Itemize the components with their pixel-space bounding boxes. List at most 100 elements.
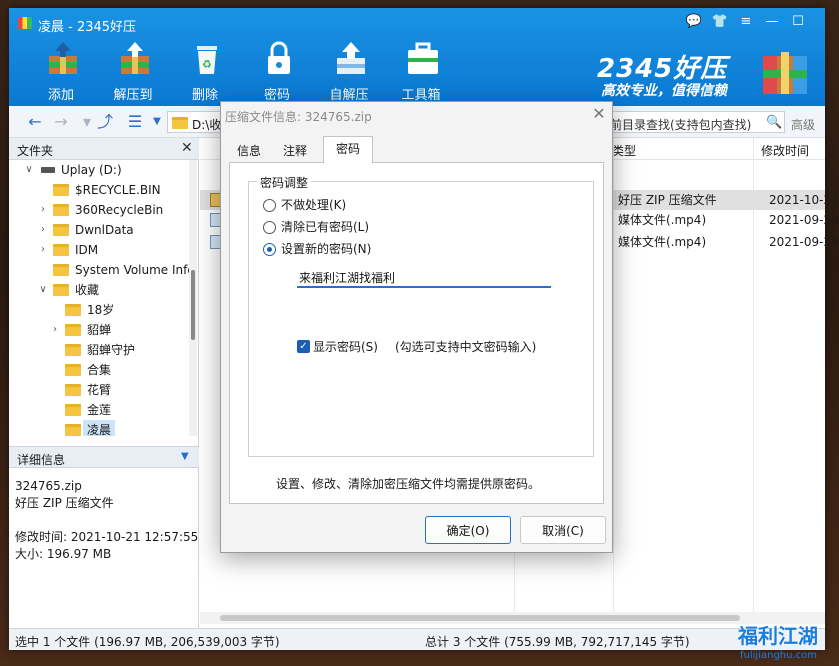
tree-item[interactable]: 18岁	[49, 300, 189, 320]
svg-text:♻: ♻	[202, 58, 212, 71]
path-folder-icon	[156, 113, 188, 133]
add-archive-icon	[49, 42, 77, 74]
close-icon[interactable]: ✕	[181, 140, 193, 156]
tree-item-label: 收藏	[75, 283, 100, 297]
chevron-down-icon[interactable]: ∨	[23, 160, 35, 180]
scrollbar-thumb[interactable]	[220, 615, 740, 621]
chevron-down-icon[interactable]: ∨	[37, 280, 49, 300]
menu-icon[interactable]: ≡	[736, 12, 756, 32]
details-panel: 324765.zip 好压 ZIP 压缩文件 修改时间: 2021-10-21 …	[15, 478, 199, 563]
cancel-button[interactable]: 取消(C)	[520, 516, 606, 544]
status-total: 总计 3 个文件 (755.99 MB, 792,717,145 字节)	[425, 635, 690, 649]
tab-password[interactable]: 密码	[323, 136, 373, 163]
tree-item[interactable]: 合集	[49, 360, 189, 380]
toolbar-password-button[interactable]: 密码	[245, 38, 309, 106]
toolbar-add-button[interactable]: 添加	[29, 38, 93, 106]
view-list-icon[interactable]: ☰	[125, 113, 145, 131]
password-panel: 密码调整 不做处理(K) 清除已有密码(L) 设置新的密码(N) ✓ 显示密码(…	[229, 162, 604, 504]
chevron-down-icon[interactable]: ▾	[77, 113, 97, 131]
feedback-icon[interactable]: 💬	[684, 12, 704, 32]
folder-panel-title: 文件夹	[17, 144, 54, 158]
search-input[interactable]: 前目录查找(支持包内查找) 🔍	[605, 111, 785, 133]
toolbar-extract-button[interactable]: 解压到	[101, 38, 165, 106]
skin-icon[interactable]: 👕	[710, 12, 730, 32]
folder-icon	[65, 364, 81, 376]
brand-logo-icon	[763, 52, 807, 94]
tree-item-drive[interactable]: ∨ Uplay (D:)	[23, 160, 189, 180]
tree-item-label: 貂蝉守护	[87, 343, 136, 357]
checkbox-label: 显示密码(S)	[313, 340, 378, 354]
chevron-right-icon[interactable]: ›	[37, 200, 49, 220]
column-modified[interactable]: 修改时间	[761, 142, 809, 159]
tab-comment[interactable]: 注释	[275, 138, 315, 162]
folder-icon	[53, 184, 69, 196]
tree-item[interactable]: › IDM	[37, 240, 189, 260]
tree-item[interactable]: › 360RecycleBin	[37, 200, 189, 220]
watermark-url: fulijianghu.com	[740, 650, 817, 661]
radio-dot-checked[interactable]	[263, 243, 276, 256]
folder-icon	[53, 284, 69, 296]
column-type[interactable]: 类型	[612, 142, 636, 159]
toolbox-icon	[408, 42, 438, 74]
row-type: 媒体文件(.mp4)	[618, 235, 707, 249]
chevron-right-icon[interactable]: ›	[37, 240, 49, 260]
folder-icon	[65, 304, 81, 316]
folder-icon	[65, 424, 81, 436]
checkmark-icon[interactable]: ✓	[297, 340, 310, 353]
details-size: 大小: 196.97 MB	[15, 547, 112, 561]
tree-scrollbar[interactable]	[189, 160, 197, 436]
group-title: 密码调整	[257, 174, 312, 191]
minimize-button[interactable]: —	[762, 12, 782, 32]
watermark-title: 福利江湖	[738, 624, 818, 648]
toolbar-toolbox-button[interactable]: 工具箱	[389, 38, 453, 106]
search-icon[interactable]: 🔍	[766, 115, 782, 130]
toolbar-delete-button[interactable]: ♻ 删除	[173, 38, 237, 106]
tree-item[interactable]: 金莲	[49, 400, 189, 420]
recycle-bin-icon: ♻	[197, 46, 217, 74]
details-modified: 修改时间: 2021-10-21 12:57:55	[15, 530, 199, 544]
tab-info[interactable]: 信息	[229, 138, 269, 162]
ok-button[interactable]: 确定(O)	[425, 516, 511, 544]
tree-item[interactable]: › DwnlData	[37, 220, 189, 240]
tree-item[interactable]: $RECYCLE.BIN	[37, 180, 189, 200]
radio-label: 清除已有密码(L)	[281, 220, 370, 234]
tree-item[interactable]: System Volume Info	[37, 260, 189, 280]
close-icon[interactable]: ✕	[589, 104, 609, 124]
self-extract-icon	[337, 42, 365, 74]
up-folder-icon[interactable]: ⤴	[95, 113, 115, 131]
chevron-right-icon[interactable]: ›	[37, 220, 49, 240]
folder-panel-header: 文件夹 ✕	[9, 138, 199, 160]
chevron-down-icon[interactable]: ▼	[181, 451, 189, 462]
path-input[interactable]: D:\收	[167, 111, 227, 133]
horizontal-scrollbar[interactable]	[200, 612, 825, 624]
tree-item-label: 凌晨	[83, 420, 116, 436]
folder-icon	[53, 244, 69, 256]
toolbar-add-label: 添加	[47, 88, 74, 103]
tree-item[interactable]: 貂蝉守护	[49, 340, 189, 360]
advanced-search-link[interactable]: 高级	[791, 116, 815, 133]
tree-item[interactable]: 花臂	[49, 380, 189, 400]
tree-item-label: 花臂	[87, 383, 112, 397]
row-type: 媒体文件(.mp4)	[618, 213, 707, 227]
folder-icon	[65, 324, 81, 336]
folder-tree: ∨ Uplay (D:) $RECYCLE.BIN › 360RecycleBi…	[9, 160, 189, 436]
tree-item[interactable]: › 貂蝉	[49, 320, 189, 340]
folder-icon	[53, 224, 69, 236]
folder-icon	[65, 344, 81, 356]
tree-item[interactable]: ∨ 收藏	[37, 280, 189, 300]
details-panel-title: 详细信息	[17, 453, 66, 467]
password-input[interactable]	[297, 268, 551, 288]
folder-icon	[65, 384, 81, 396]
maximize-button[interactable]: ☐	[788, 12, 808, 32]
chevron-right-icon[interactable]: ›	[49, 320, 61, 340]
toolbar-self-extract-button[interactable]: 自解压	[317, 38, 381, 106]
tree-item-selected[interactable]: 凌晨	[49, 420, 189, 436]
scrollbar-thumb[interactable]	[191, 270, 195, 340]
forward-icon[interactable]: →	[51, 113, 71, 131]
details-panel-header[interactable]: 详细信息 ▼	[9, 446, 199, 468]
tree-item-label: IDM	[75, 243, 99, 257]
radio-dot[interactable]	[263, 199, 276, 212]
back-icon[interactable]: ←	[25, 113, 45, 131]
row-modified: 2021-09-28	[769, 235, 839, 249]
radio-dot[interactable]	[263, 221, 276, 234]
